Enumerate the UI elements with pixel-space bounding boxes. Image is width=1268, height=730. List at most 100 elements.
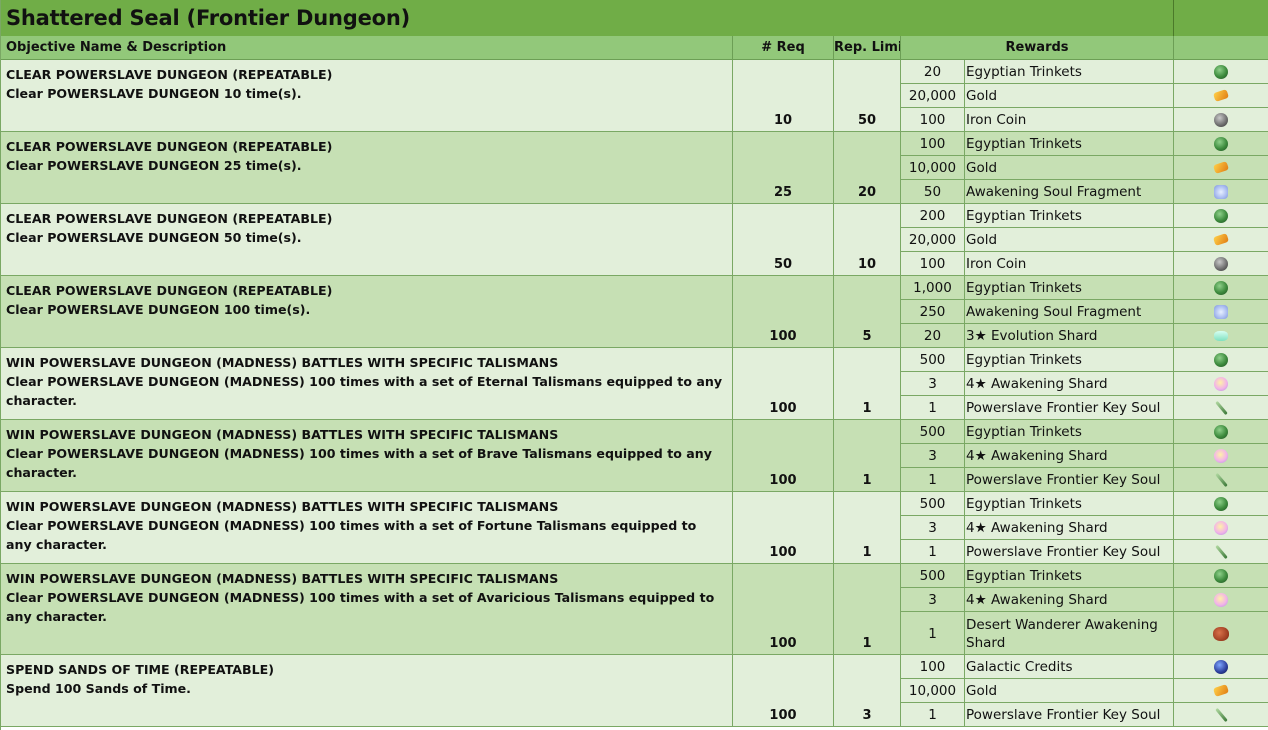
- reward-line[interactable]: 1 Desert Wanderer Awakening Shard: [901, 612, 1268, 655]
- limit-cell[interactable]: 1: [834, 420, 901, 491]
- objective-cell[interactable]: CLEAR POWERSLAVE DUNGEON (REPEATABLE) Cle…: [0, 276, 733, 347]
- objective-description: Spend 100 Sands of Time.: [6, 681, 191, 696]
- reward-name: Egyptian Trinkets: [964, 60, 1174, 83]
- objective-cell[interactable]: CLEAR POWERSLAVE DUNGEON (REPEATABLE) Cle…: [0, 60, 733, 131]
- limit-cell[interactable]: 1: [834, 564, 901, 654]
- reward-icon-cell: [1174, 60, 1268, 83]
- objective-description: Clear POWERSLAVE DUNGEON 50 time(s).: [6, 230, 302, 245]
- reward-line[interactable]: 500 Egyptian Trinkets: [901, 348, 1268, 372]
- limit-value: 10: [857, 257, 877, 272]
- reward-line[interactable]: 100 Iron Coin: [901, 108, 1268, 132]
- reward-name: Egyptian Trinkets: [964, 348, 1174, 371]
- req-cell[interactable]: 100: [733, 276, 834, 347]
- req-value: 50: [773, 257, 793, 272]
- objective-cell[interactable]: WIN POWERSLAVE DUNGEON (MADNESS) BATTLES…: [0, 348, 733, 419]
- req-cell[interactable]: 100: [733, 492, 834, 563]
- reward-icon-cell: [1174, 108, 1268, 132]
- objective-description: Clear POWERSLAVE DUNGEON (MADNESS) 100 t…: [6, 446, 712, 480]
- key-icon: [1214, 472, 1228, 488]
- objective-cell[interactable]: WIN POWERSLAVE DUNGEON (MADNESS) BATTLES…: [0, 492, 733, 563]
- reward-name: Powerslave Frontier Key Soul: [964, 540, 1174, 564]
- req-cell[interactable]: 50: [733, 204, 834, 275]
- reward-line[interactable]: 500 Egyptian Trinkets: [901, 420, 1268, 444]
- rewards-cell: 500 Egyptian Trinkets 3 4★ Awakening Shard 1…: [901, 492, 1268, 564]
- reward-quantity: 500: [901, 420, 965, 443]
- reward-name: 4★ Awakening Shard: [964, 444, 1174, 467]
- objective-cell[interactable]: WIN POWERSLAVE DUNGEON (MADNESS) BATTLES…: [0, 564, 733, 654]
- limit-value: 3: [862, 708, 872, 723]
- header-objective[interactable]: Objective Name & Description: [0, 36, 733, 60]
- req-cell[interactable]: 100: [733, 420, 834, 491]
- reward-quantity: 500: [901, 348, 965, 371]
- reward-line[interactable]: 3 4★ Awakening Shard: [901, 588, 1268, 612]
- req-cell[interactable]: 100: [733, 655, 834, 726]
- req-cell[interactable]: 100: [733, 564, 834, 654]
- objective-cell[interactable]: SPEND SANDS OF TIME (REPEATABLE) Spend 10…: [0, 655, 733, 726]
- reward-line[interactable]: 1 Powerslave Frontier Key Soul: [901, 540, 1268, 564]
- reward-line[interactable]: 500 Egyptian Trinkets: [901, 492, 1268, 516]
- iron-icon: [1214, 257, 1228, 271]
- limit-value: 5: [862, 329, 872, 344]
- objective-cell[interactable]: CLEAR POWERSLAVE DUNGEON (REPEATABLE) Cle…: [0, 132, 733, 203]
- reward-line[interactable]: 1,000 Egyptian Trinkets: [901, 276, 1268, 300]
- reward-icon-cell: [1174, 324, 1268, 348]
- objective-title: WIN POWERSLAVE DUNGEON (MADNESS) BATTLES…: [6, 355, 559, 370]
- reward-line[interactable]: 50 Awakening Soul Fragment: [901, 180, 1268, 204]
- reward-line[interactable]: 20 Egyptian Trinkets: [901, 60, 1268, 84]
- soul-icon: [1214, 304, 1228, 319]
- reward-quantity: 250: [901, 300, 965, 323]
- header-icon-column[interactable]: [1174, 36, 1268, 60]
- header-req[interactable]: # Req: [733, 36, 834, 60]
- limit-cell[interactable]: 3: [834, 655, 901, 726]
- reward-name: Egyptian Trinkets: [964, 564, 1174, 587]
- key-icon: [1214, 544, 1228, 560]
- gold-icon: [1212, 684, 1230, 697]
- reward-line[interactable]: 20 3★ Evolution Shard: [901, 324, 1268, 348]
- reward-line[interactable]: 10,000 Gold: [901, 679, 1268, 703]
- reward-line[interactable]: 200 Egyptian Trinkets: [901, 204, 1268, 228]
- reward-name: Awakening Soul Fragment: [964, 300, 1174, 323]
- reward-line[interactable]: 3 4★ Awakening Shard: [901, 516, 1268, 540]
- reward-line[interactable]: 100 Egyptian Trinkets: [901, 132, 1268, 156]
- req-cell[interactable]: 25: [733, 132, 834, 203]
- key-icon: [1214, 707, 1228, 723]
- reward-line[interactable]: 1 Powerslave Frontier Key Soul: [901, 703, 1268, 727]
- limit-cell[interactable]: 20: [834, 132, 901, 203]
- header-limit[interactable]: Rep. Limit: [834, 36, 901, 60]
- reward-quantity: 50: [901, 180, 965, 204]
- sheet-title: Shattered Seal (Frontier Dungeon): [6, 6, 411, 30]
- reward-icon-cell: [1174, 156, 1268, 179]
- reward-line[interactable]: 3 4★ Awakening Shard: [901, 444, 1268, 468]
- rewards-cell: 500 Egyptian Trinkets 3 4★ Awakening Shard 1…: [901, 348, 1268, 420]
- reward-icon-cell: [1174, 492, 1268, 515]
- reward-line[interactable]: 20,000 Gold: [901, 228, 1268, 252]
- limit-cell[interactable]: 5: [834, 276, 901, 347]
- reward-line[interactable]: 1 Powerslave Frontier Key Soul: [901, 396, 1268, 420]
- reward-name: Iron Coin: [964, 108, 1174, 132]
- header-rewards[interactable]: Rewards: [901, 36, 1174, 60]
- limit-cell[interactable]: 1: [834, 348, 901, 419]
- reward-line[interactable]: 100 Iron Coin: [901, 252, 1268, 276]
- reward-line[interactable]: 10,000 Gold: [901, 156, 1268, 180]
- limit-cell[interactable]: 1: [834, 492, 901, 563]
- limit-value: 20: [857, 185, 877, 200]
- reward-icon-cell: [1174, 300, 1268, 323]
- objective-cell[interactable]: WIN POWERSLAVE DUNGEON (MADNESS) BATTLES…: [0, 420, 733, 491]
- limit-cell[interactable]: 10: [834, 204, 901, 275]
- reward-line[interactable]: 1 Powerslave Frontier Key Soul: [901, 468, 1268, 492]
- reward-line[interactable]: 3 4★ Awakening Shard: [901, 372, 1268, 396]
- reward-line[interactable]: 250 Awakening Soul Fragment: [901, 300, 1268, 324]
- reward-line[interactable]: 500 Egyptian Trinkets: [901, 564, 1268, 588]
- rewards-cell: 100 Egyptian Trinkets 10,000 Gold 50 Awakenin…: [901, 132, 1268, 204]
- req-cell[interactable]: 10: [733, 60, 834, 131]
- reward-line[interactable]: 100 Galactic Credits: [901, 655, 1268, 679]
- trinket-icon: [1214, 424, 1228, 439]
- objective-title: CLEAR POWERSLAVE DUNGEON (REPEATABLE): [6, 283, 333, 298]
- reward-quantity: 3: [901, 372, 965, 395]
- limit-cell[interactable]: 50: [834, 60, 901, 131]
- objective-description: Clear POWERSLAVE DUNGEON 10 time(s).: [6, 86, 302, 101]
- reward-line[interactable]: 20,000 Gold: [901, 84, 1268, 108]
- objective-cell[interactable]: CLEAR POWERSLAVE DUNGEON (REPEATABLE) Cle…: [0, 204, 733, 275]
- req-cell[interactable]: 100: [733, 348, 834, 419]
- rewards-cell: 1,000 Egyptian Trinkets 250 Awakening Soul …: [901, 276, 1268, 348]
